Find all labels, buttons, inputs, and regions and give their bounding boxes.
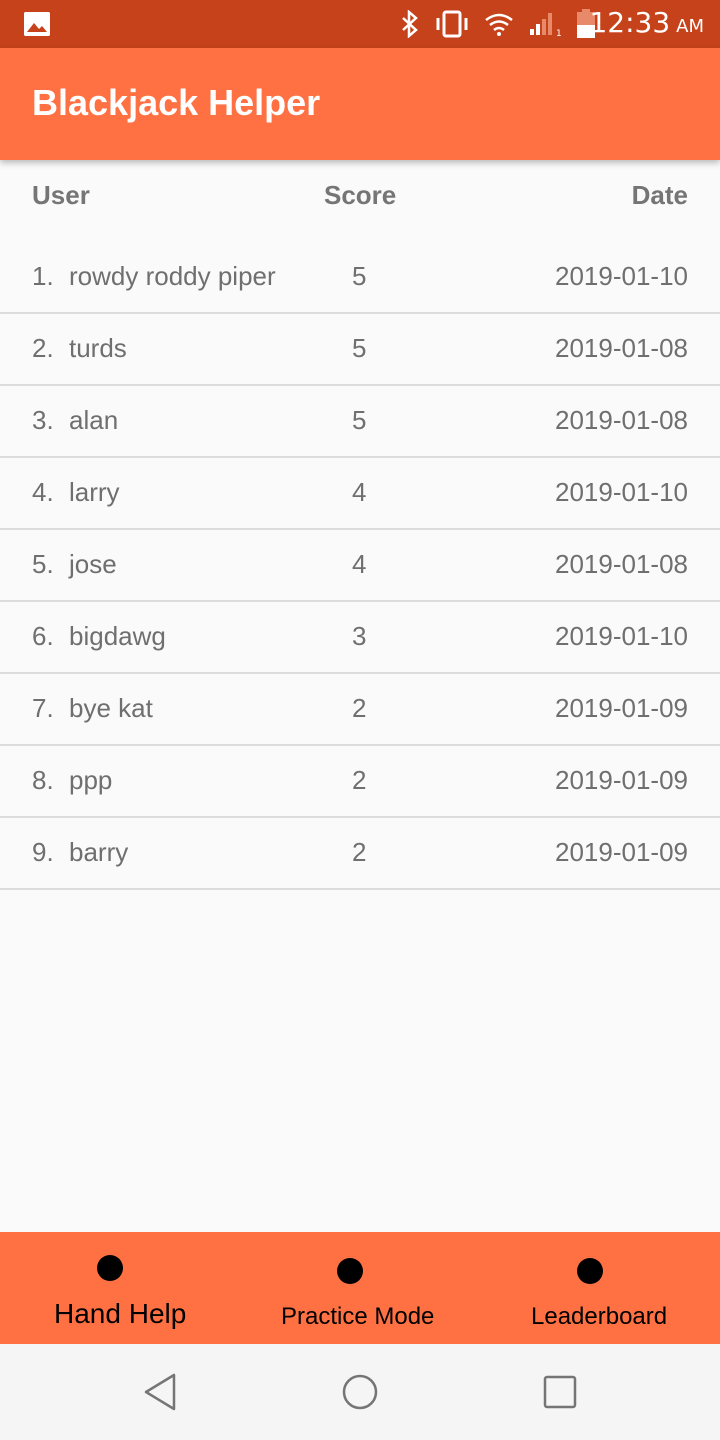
- nav-item-leaderboard[interactable]: Leaderboard: [480, 1232, 720, 1344]
- row-user: larry: [69, 477, 120, 507]
- bottom-navigation: Hand Help Practice Mode Leaderboard: [0, 1232, 720, 1344]
- table-row: 5. jose 4 2019-01-08: [0, 530, 720, 602]
- table-row: 9. barry 2 2019-01-09: [0, 818, 720, 890]
- status-clock: 12:33 AM: [589, 6, 704, 39]
- row-date: 2019-01-08: [555, 405, 688, 435]
- dot-icon: [337, 1258, 363, 1284]
- app-bar: Blackjack Helper: [0, 48, 720, 160]
- row-rank: 7.: [32, 693, 54, 723]
- row-date: 2019-01-10: [555, 621, 688, 651]
- row-rank: 2.: [32, 333, 54, 363]
- table-header: User Score Date: [0, 160, 720, 230]
- row-score: 2: [352, 693, 367, 723]
- row-user: alan: [69, 405, 119, 435]
- system-navigation-bar: [0, 1344, 720, 1440]
- row-rank: 8.: [32, 765, 54, 795]
- status-icons: 1: [400, 8, 596, 40]
- row-date: 2019-01-08: [555, 333, 688, 363]
- row-date: 2019-01-10: [555, 477, 688, 507]
- bluetooth-icon: [400, 10, 420, 38]
- app-title: Blackjack Helper: [32, 82, 321, 123]
- row-user: jose: [69, 549, 117, 579]
- column-header-user: User: [32, 180, 90, 210]
- table-row: 6. bigdawg 3 2019-01-10: [0, 602, 720, 674]
- row-rank: 3.: [32, 405, 54, 435]
- row-rank: 5.: [32, 549, 54, 579]
- row-rank: 1.: [32, 261, 54, 291]
- nav-label-hand-help: Hand Help: [54, 1298, 187, 1329]
- row-user: barry: [69, 837, 129, 867]
- row-user: turds: [69, 333, 127, 363]
- dot-icon: [97, 1255, 123, 1281]
- row-user: rowdy roddy piper: [69, 261, 276, 291]
- row-score: 4: [352, 477, 367, 507]
- row-user: bye kat: [69, 693, 153, 723]
- dot-icon: [577, 1258, 603, 1284]
- nav-label-practice-mode: Practice Mode: [281, 1303, 435, 1330]
- row-user: bigdawg: [69, 621, 166, 651]
- svg-text:1: 1: [556, 29, 562, 37]
- row-score: 4: [352, 549, 367, 579]
- row-score: 2: [352, 837, 367, 867]
- nav-item-hand-help[interactable]: Hand Help: [0, 1232, 240, 1344]
- row-score: 3: [352, 621, 367, 651]
- row-date: 2019-01-09: [555, 765, 688, 795]
- row-rank: 4.: [32, 477, 54, 507]
- row-rank: 9.: [32, 837, 54, 867]
- wifi-icon: [484, 12, 514, 36]
- home-icon[interactable]: [340, 1372, 380, 1412]
- status-bar: 1 12:33 AM: [0, 0, 720, 48]
- row-score: 5: [352, 333, 367, 363]
- row-date: 2019-01-10: [555, 261, 688, 291]
- row-rank: 6.: [32, 621, 54, 651]
- row-user: ppp: [69, 765, 113, 795]
- vibrate-icon: [434, 10, 470, 38]
- column-header-date: Date: [631, 180, 688, 210]
- table-row: 7. bye kat 2 2019-01-09: [0, 674, 720, 746]
- table-row: 3. alan 5 2019-01-08: [0, 386, 720, 458]
- row-date: 2019-01-08: [555, 549, 688, 579]
- table-row: 2. turds 5 2019-01-08: [0, 314, 720, 386]
- row-score: 2: [352, 765, 367, 795]
- image-icon: [24, 12, 50, 36]
- nav-label-leaderboard: Leaderboard: [531, 1303, 668, 1330]
- status-time: 12:33: [589, 6, 671, 39]
- signal-icon: 1: [528, 11, 562, 37]
- status-ampm: AM: [676, 16, 704, 37]
- row-date: 2019-01-09: [555, 837, 688, 867]
- row-date: 2019-01-09: [555, 693, 688, 723]
- recent-apps-icon[interactable]: [540, 1372, 580, 1412]
- table-row: 4. larry 4 2019-01-10: [0, 458, 720, 530]
- row-score: 5: [352, 261, 367, 291]
- table-row: 8. ppp 2 2019-01-09: [0, 746, 720, 818]
- leaderboard-table: User Score Date 1. rowdy roddy piper 5 2…: [0, 160, 720, 890]
- back-icon[interactable]: [140, 1372, 180, 1412]
- column-header-score: Score: [324, 180, 397, 210]
- table-row: 1. rowdy roddy piper 5 2019-01-10: [0, 242, 720, 314]
- row-score: 5: [352, 405, 367, 435]
- table-body: 1. rowdy roddy piper 5 2019-01-10 2. tur…: [0, 242, 720, 890]
- nav-item-practice-mode[interactable]: Practice Mode: [240, 1232, 480, 1344]
